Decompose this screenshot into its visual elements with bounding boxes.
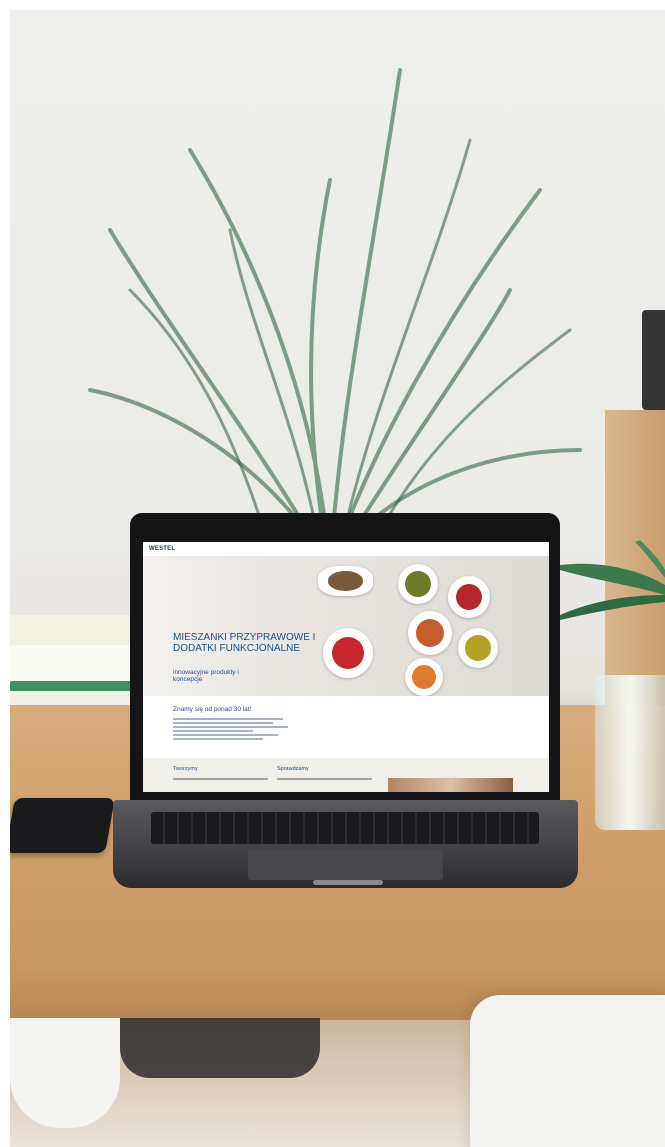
white-chair [470,995,665,1147]
hero-title: MIESZANKI PRZYPRAWOWE I DODATKI FUNKCJON… [173,632,316,654]
spice-bowl [458,628,498,668]
palm-plant [88,68,582,572]
feature-title: Tworzymy [173,766,198,772]
hero-banner: MIESZANKI PRZYPRAWOWE I DODATKI FUNKCJON… [143,556,549,696]
spice-spoon [318,566,373,596]
dark-planter [120,1018,320,1078]
spice-bowl [398,564,438,604]
smartphone [10,798,115,853]
background-pot [642,310,665,410]
about-text [173,718,293,742]
aloe-plant [560,540,665,620]
white-stool [10,1018,120,1128]
feature-text [173,778,268,780]
feature-text [277,778,372,780]
spice-bowl [405,658,443,696]
site-navbar: WESTEL [143,542,549,556]
feature-title: Sprawdzamy [277,766,309,772]
about-section: Znamy się od ponad 30 lat! [143,696,549,758]
laptop-base [113,800,578,888]
feature-image [388,778,513,792]
site-logo[interactable]: WESTEL [149,546,175,552]
spice-bowl [448,576,490,618]
trackpad [248,850,443,880]
laptop-lid: WESTEL MIESZANKI PRZYPRAWOWE I DODATKI F… [130,513,560,805]
laptop-screen: WESTEL MIESZANKI PRZYPRAWOWE I DODATKI F… [143,542,549,792]
spice-bowl [408,611,452,655]
product-photo: WESTEL MIESZANKI PRZYPRAWOWE I DODATKI F… [10,10,665,1147]
keyboard [151,812,539,844]
features-section: Tworzymy Sprawdzamy [143,758,549,792]
hero-subtitle: innowacyjne produkty i koncepcje [173,669,239,683]
water-glass [595,675,665,830]
about-title: Znamy się od ponad 30 lat! [173,706,252,713]
laptop-notch [313,880,383,885]
